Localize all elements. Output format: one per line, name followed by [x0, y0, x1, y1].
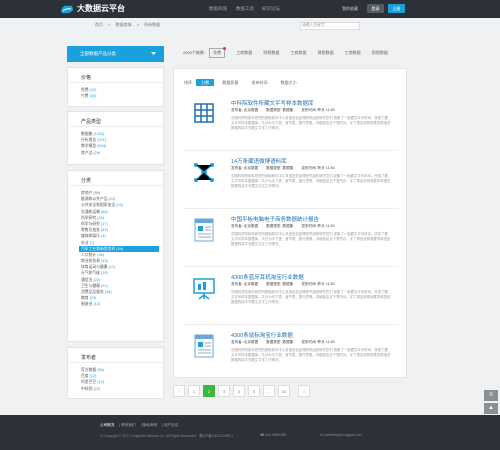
item-title[interactable]: 中国平板电脑电子商务数据统计报告	[231, 215, 319, 223]
breadcrumb-mall[interactable]: 数据商城	[116, 22, 132, 27]
category-title: 分类	[68, 171, 163, 186]
price-title: 价格	[68, 68, 163, 83]
item-description: 中国科学院软件研究所基础软件中心多语言信息理研究组的研究员们,采集了一批藏文平写…	[231, 174, 391, 188]
sort-bar: 排序: 分数 数据质量 发布时间 数据大小	[184, 79, 302, 86]
back-to-top-icon[interactable]: ▲	[484, 403, 498, 414]
footer-phone: ☎ 400-8888-888	[260, 433, 287, 437]
publisher-title: 发布者	[68, 348, 163, 363]
list-item: 4300条鼠标淘宝行业数据 发布者: 北京数据 数据类型: 数据集 发布时间: 昨天…	[184, 325, 399, 383]
item-description: 中国科学院软件研究所基础软件中心多语言信息理研究组的研究员们,采集了一批藏文平写…	[231, 290, 391, 304]
item-meta: 发布者: 北京数据 数据类型: 数据集 发布时间: 昨天 11:50	[231, 282, 335, 286]
favorites-link[interactable]: 我的收藏	[342, 6, 358, 12]
filter-tag[interactable]: 免费	[209, 47, 227, 58]
list-item: 中科院软件所藏文平写样本数据库 发布者: 北京数据 数据类型: 数据集 发布时间: …	[184, 93, 399, 151]
list-item: 中国平板电脑电子商务数据统计报告 发布者: 北京数据 数据类型: 数据集 发布时间:…	[184, 209, 399, 267]
search-hint: 请输入关键字	[302, 23, 325, 27]
page-number[interactable]: 1	[188, 385, 200, 397]
category-item[interactable]: 制造业 (12)	[81, 301, 163, 307]
dataset-thumbnail-icon[interactable]	[192, 275, 216, 301]
dataset-thumbnail-icon[interactable]	[192, 159, 216, 185]
dataset-thumbnail-icon[interactable]	[192, 101, 216, 127]
filter-tag[interactable]: 财税数据	[263, 50, 279, 56]
register-button[interactable]: 注册	[388, 4, 405, 13]
results-panel: 排序: 分数 数据质量 发布时间 数据大小 中科院软件所藏文平写样本数据库 发布…	[173, 68, 407, 383]
list-item: 4300条蓝牙耳机淘宝行业数据 发布者: 北京数据 数据类型: 数据集 发布时间: …	[184, 267, 399, 325]
copyright: © Copyright © 2017 LongGold Sichuan Co. …	[100, 434, 234, 438]
page-number[interactable]: ...	[263, 385, 275, 397]
next-page-button[interactable]: ›	[298, 385, 310, 397]
page-number[interactable]: 3	[218, 385, 230, 397]
login-button[interactable]: 登录	[367, 4, 384, 13]
prev-page-button[interactable]: ‹	[173, 385, 185, 397]
sort-time[interactable]: 发布时间	[247, 79, 273, 86]
page-number[interactable]: 2	[203, 385, 215, 397]
breadcrumb: 首页 > 数据商城 > 所有数据	[95, 20, 164, 30]
all-categories-button[interactable]: 全部数据产品分类	[67, 46, 164, 62]
publisher-item[interactable]: 中科院 (22)	[81, 386, 163, 392]
publisher-panel: 发布者 官方数据 (56) 百度 (12) 阿里巴巴 (12) 中科院 (22)	[67, 347, 164, 399]
item-title[interactable]: 4300条蓝牙耳机淘宝行业数据	[231, 273, 304, 281]
breadcrumb-sep: >	[136, 22, 140, 27]
filter-tag[interactable]: 工商数据	[291, 50, 307, 56]
footer-link[interactable]: 联系我们	[121, 423, 135, 427]
item-title[interactable]: 4300条鼠标淘宝行业数据	[231, 331, 293, 339]
footer-links: 公司概况 | 联系我们 | 隐私声明 | 用户协议	[100, 423, 179, 427]
result-count: 2000个结果:	[183, 50, 206, 55]
footer: 公司概况 | 联系我们 | 隐私声明 | 用户协议 © Copyright © 201…	[0, 415, 500, 450]
price-paid[interactable]: 付费 (34)	[81, 93, 163, 99]
list-item: 14万条藏语微博语料库 发布者: 北京数据 数据类型: 数据集 发布时间: 昨天 1…	[184, 151, 399, 209]
top-float-icon[interactable]: ≡	[484, 390, 498, 401]
type-title: 产品类型	[68, 112, 163, 127]
filter-tag[interactable]: 工商数据	[345, 50, 361, 56]
type-panel: 产品类型 数据集 (1023) 分析报告 (321) 数学模型 (544) 其产品 (…	[67, 111, 164, 165]
item-meta: 发布者: 北京数据 数据类型: 数据集 发布时间: 昨天 11:50	[231, 340, 335, 344]
sort-quality[interactable]: 数据质量	[217, 79, 243, 86]
filter-tag[interactable]: 财税数据	[318, 50, 334, 56]
item-title[interactable]: 中科院软件所藏文平写样本数据库	[231, 99, 314, 107]
sort-size[interactable]: 数据大小	[276, 79, 302, 86]
breadcrumb-sep: >	[108, 22, 111, 27]
footer-email: ✉ marketing@longgold.com	[320, 433, 363, 437]
sort-label: 排序:	[184, 80, 194, 85]
dataset-thumbnail-icon[interactable]	[192, 333, 216, 359]
page-number[interactable]: 10	[278, 385, 290, 397]
breadcrumb-current: 所有数据	[144, 22, 161, 27]
type-item[interactable]: 其产品 (24)	[81, 150, 163, 156]
breadcrumb-home[interactable]: 首页	[95, 22, 103, 27]
item-description: 中国科学院软件研究所基础软件中心多语言信息理研究组的研究员们,采集了一批藏文平写…	[231, 116, 391, 130]
filter-bar: 2000个结果: 免费 工商数据 财税数据 工商数据 财税数据 工商数据 财税数…	[183, 47, 398, 58]
cloud-logo-icon	[61, 5, 73, 14]
item-meta: 发布者: 北京数据 数据类型: 数据集 发布时间: 昨天 11:50	[231, 166, 335, 170]
item-title[interactable]: 14万条藏语微博语料库	[231, 157, 287, 165]
item-description: 中国科学院软件研究所基础软件中心多语言信息理研究组的研究员们,采集了一批藏文平写…	[231, 348, 391, 362]
nav-item-forum[interactable]: 知识论坛	[262, 6, 280, 12]
brand-name: 大数据云平台	[77, 4, 125, 13]
item-meta: 发布者: 北京数据 数据类型: 数据集 发布时间: 昨天 11:50	[231, 224, 335, 228]
category-panel: 分类 房地产 (56) 能源和公共产品 (21) 公共安全和国家安全 (22) 交通和…	[67, 170, 164, 342]
filter-tag[interactable]: 工商数据	[236, 50, 252, 56]
nav-item-tools[interactable]: 数据工具	[236, 6, 254, 12]
footer-link[interactable]: 公司概况	[100, 423, 114, 427]
item-description: 中国科学院软件研究所基础软件中心多语言信息理研究组的研究员们,采集了一批藏文平写…	[231, 232, 391, 246]
sort-score[interactable]: 分数	[196, 79, 215, 86]
item-meta: 发布者: 北京数据 数据类型: 数据集 发布时间: 昨天 11:50	[231, 108, 335, 112]
filter-tag[interactable]: 财税数据	[372, 50, 388, 56]
page-number[interactable]: 4	[233, 385, 245, 397]
dataset-thumbnail-icon[interactable]	[192, 217, 216, 243]
chevron-down-icon	[151, 52, 156, 55]
top-header: 大数据云平台 数据商城 数据工具 知识论坛 我的收藏 登录 注册	[0, 0, 500, 18]
footer-link[interactable]: 隐私声明	[143, 423, 157, 427]
footer-link[interactable]: 用户协议	[164, 423, 178, 427]
price-panel: 价格 免费 (12) 付费 (34)	[67, 67, 164, 107]
nav-item-mall[interactable]: 数据商城	[209, 6, 227, 12]
page-number[interactable]: 5	[248, 385, 260, 397]
